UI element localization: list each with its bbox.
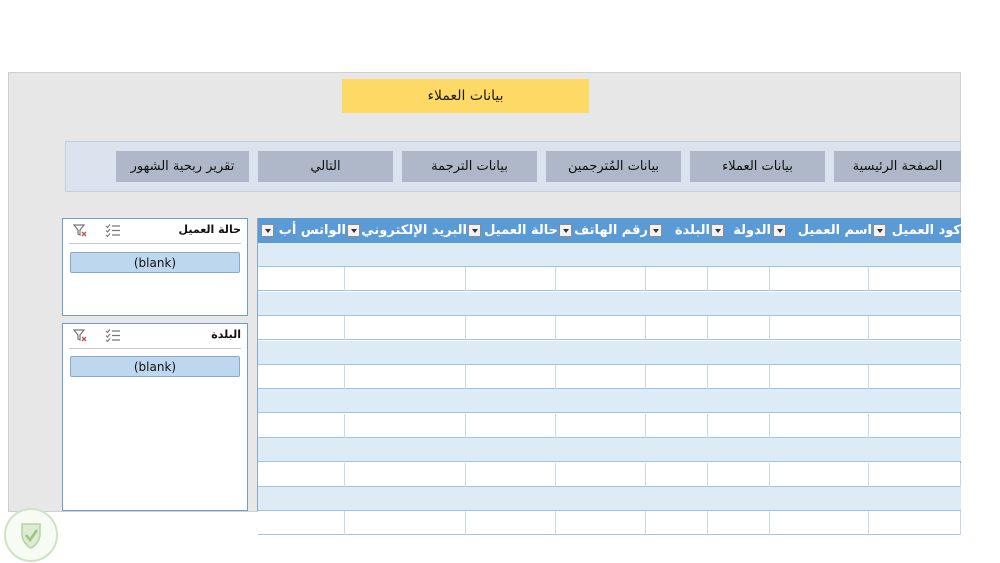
table-cell[interactable] bbox=[258, 511, 345, 536]
filter-dropdown-customer-status[interactable] bbox=[468, 224, 481, 237]
column-header-email: البريد الإلكتروني bbox=[362, 223, 467, 238]
table-cell[interactable] bbox=[646, 316, 708, 341]
table-cell[interactable] bbox=[646, 511, 708, 536]
slicer-header: حالة العميل bbox=[69, 219, 241, 244]
filter-dropdown-email[interactable] bbox=[347, 224, 360, 237]
table-cell[interactable] bbox=[556, 316, 646, 341]
multi-select-icon[interactable] bbox=[105, 328, 120, 343]
column-header-phone: رقم الهاتف bbox=[574, 223, 648, 238]
table-row bbox=[258, 340, 961, 365]
filter-dropdown-phone[interactable] bbox=[559, 224, 572, 237]
slicer-title: البلدة bbox=[211, 328, 241, 341]
nav-button-customers[interactable]: بيانات العملاء bbox=[690, 151, 825, 182]
table-cell[interactable] bbox=[708, 413, 770, 438]
nav-button-translations[interactable]: بيانات الترجمة bbox=[402, 151, 537, 182]
table-cell[interactable] bbox=[466, 267, 556, 292]
table-cell[interactable] bbox=[345, 316, 466, 341]
table-cell[interactable] bbox=[770, 511, 869, 536]
table-row bbox=[258, 267, 961, 292]
table-cell[interactable] bbox=[258, 267, 345, 292]
table-row bbox=[258, 291, 961, 316]
slicer-item-blank[interactable]: (blank) bbox=[70, 252, 240, 273]
slicer-city: البلدة (blank) bbox=[62, 323, 248, 511]
slicer-item-blank[interactable]: (blank) bbox=[70, 356, 240, 377]
multi-select-icon[interactable] bbox=[105, 223, 120, 238]
table-cell[interactable] bbox=[556, 365, 646, 389]
column-header-whatsapp: الواتس أب bbox=[278, 223, 346, 238]
table-cell[interactable] bbox=[770, 365, 869, 389]
table-cell[interactable] bbox=[708, 462, 770, 487]
table-cell[interactable] bbox=[869, 365, 961, 389]
slicer-header: البلدة bbox=[69, 324, 241, 349]
table-header-row: كود العميل اسم العميل الدولة البلدة رقم … bbox=[258, 218, 961, 243]
table-row bbox=[258, 462, 961, 487]
table-row bbox=[258, 316, 961, 341]
nav-button-next[interactable]: التالي bbox=[258, 151, 393, 182]
nav-button-monthly-profit-report[interactable]: تقرير ربحية الشهور bbox=[116, 151, 249, 182]
filter-dropdown-whatsapp[interactable] bbox=[261, 224, 274, 237]
nav-button-translators[interactable]: بيانات المُترجمين bbox=[546, 151, 681, 182]
table-cell[interactable] bbox=[770, 462, 869, 487]
table-row bbox=[258, 389, 961, 414]
watermark-logo bbox=[4, 508, 58, 562]
table-row bbox=[258, 365, 961, 389]
table-cell[interactable] bbox=[708, 316, 770, 341]
slicer-customer-status: حالة العميل (blank) bbox=[62, 218, 248, 316]
table-cell[interactable] bbox=[770, 413, 869, 438]
nav-button-home[interactable]: الصفحة الرئيسية bbox=[834, 151, 961, 182]
table-cell[interactable] bbox=[869, 413, 961, 438]
filter-dropdown-customer-name[interactable] bbox=[773, 224, 786, 237]
column-header-city: البلدة bbox=[674, 223, 710, 238]
table-cell[interactable] bbox=[708, 511, 770, 536]
table-cell[interactable] bbox=[556, 267, 646, 292]
table-row bbox=[258, 511, 961, 536]
table-cell[interactable] bbox=[345, 365, 466, 389]
table-cell[interactable] bbox=[869, 267, 961, 292]
table-cell[interactable] bbox=[258, 365, 345, 389]
table-cell[interactable] bbox=[345, 511, 466, 536]
filter-dropdown-country[interactable] bbox=[711, 224, 724, 237]
table-cell[interactable] bbox=[646, 365, 708, 389]
column-header-country: الدولة bbox=[733, 223, 771, 238]
table-cell[interactable] bbox=[258, 316, 345, 341]
table-cell[interactable] bbox=[770, 316, 869, 341]
table-row bbox=[258, 413, 961, 438]
table-cell[interactable] bbox=[466, 511, 556, 536]
table-row bbox=[258, 487, 961, 511]
filter-dropdown-city[interactable] bbox=[649, 224, 662, 237]
table-cell[interactable] bbox=[708, 365, 770, 389]
table-cell[interactable] bbox=[556, 511, 646, 536]
clear-filter-icon[interactable] bbox=[72, 328, 87, 342]
table-cell[interactable] bbox=[556, 462, 646, 487]
table-cell[interactable] bbox=[345, 413, 466, 438]
column-header-customer-status: حالة العميل bbox=[484, 223, 558, 238]
table-cell[interactable] bbox=[258, 462, 345, 487]
table-cell[interactable] bbox=[869, 511, 961, 536]
table-cell[interactable] bbox=[770, 267, 869, 292]
table-cell[interactable] bbox=[869, 462, 961, 487]
filter-dropdown-customer-code[interactable] bbox=[873, 224, 886, 237]
column-header-customer-name: اسم العميل bbox=[797, 223, 872, 238]
column-header-customer-code: كود العميل bbox=[891, 223, 961, 238]
table-cell[interactable] bbox=[466, 413, 556, 438]
table-cell[interactable] bbox=[646, 413, 708, 438]
clear-filter-icon[interactable] bbox=[72, 223, 87, 237]
table-row bbox=[258, 243, 961, 267]
table-cell[interactable] bbox=[466, 316, 556, 341]
table-cell[interactable] bbox=[708, 267, 770, 292]
table-cell[interactable] bbox=[646, 267, 708, 292]
table-cell[interactable] bbox=[646, 462, 708, 487]
table-row bbox=[258, 438, 961, 463]
page-title: بيانات العملاء bbox=[342, 79, 589, 113]
customers-table: كود العميل اسم العميل الدولة البلدة رقم … bbox=[257, 218, 961, 536]
table-cell[interactable] bbox=[258, 413, 345, 438]
table-cell[interactable] bbox=[345, 267, 466, 292]
table-cell[interactable] bbox=[869, 316, 961, 341]
slicer-title: حالة العميل bbox=[178, 223, 241, 236]
table-cell[interactable] bbox=[466, 462, 556, 487]
table-cell[interactable] bbox=[345, 462, 466, 487]
table-cell[interactable] bbox=[556, 413, 646, 438]
table-cell[interactable] bbox=[466, 365, 556, 389]
